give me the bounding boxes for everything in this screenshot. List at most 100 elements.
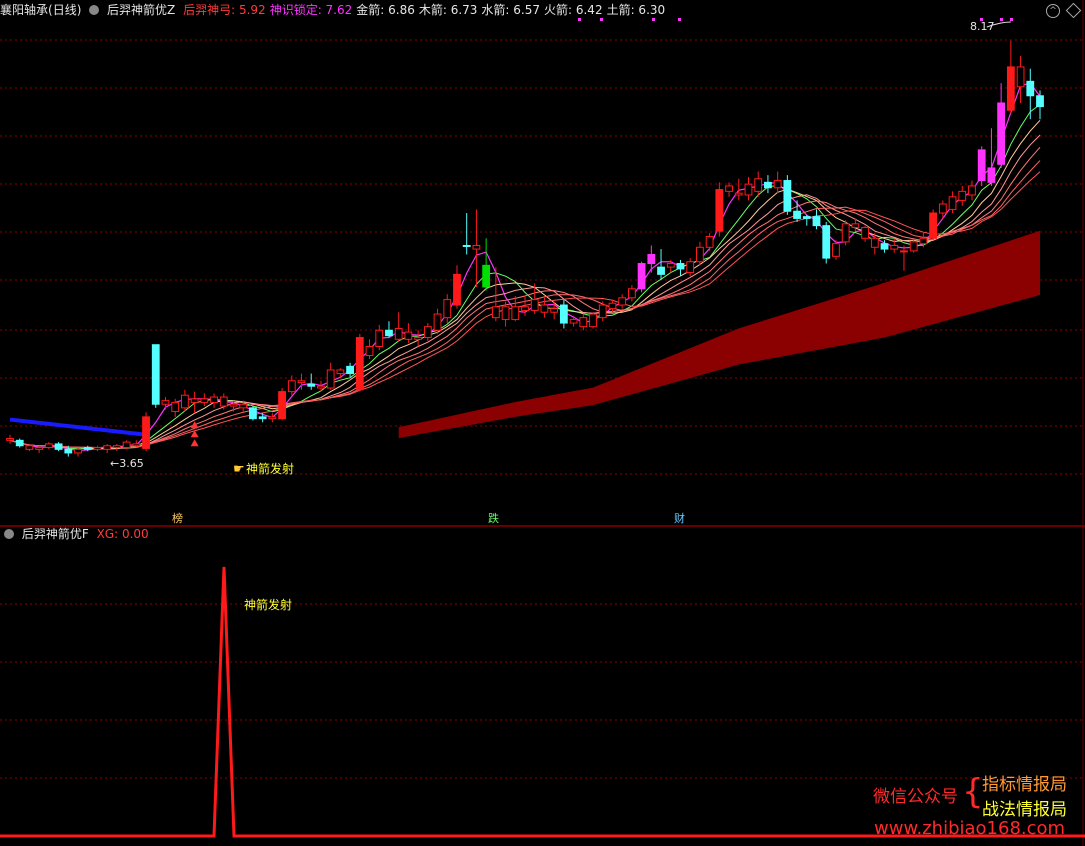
candle-body (355, 336, 364, 391)
candle-body (909, 241, 918, 252)
candle-body (851, 223, 860, 228)
candle-body (404, 331, 413, 340)
ma-line-6 (9, 104, 1041, 450)
candle-body (880, 243, 889, 250)
candle-body (103, 445, 112, 450)
candle-body (948, 196, 957, 210)
signal-label-sub: 神箭发射 (244, 598, 293, 612)
xg-value: 0.00 (121, 527, 149, 541)
candle-body (997, 102, 1006, 165)
candle-body (696, 246, 704, 263)
candle-body (433, 313, 442, 331)
candle-body (647, 254, 656, 265)
candle-body (715, 189, 724, 232)
candle-body (550, 308, 559, 313)
watermark-wechat: 微信公众号 (873, 787, 958, 807)
event-dot (600, 18, 603, 21)
candle-body (278, 391, 286, 420)
candle-body (589, 313, 597, 328)
sub-indicator-name[interactable]: 后羿神箭优F (22, 527, 89, 541)
candle-body (249, 407, 257, 420)
min-price-label: ←3.65 (110, 457, 144, 470)
candle-body (54, 443, 63, 450)
candle-body (268, 416, 277, 420)
candle-body (93, 447, 102, 450)
tag-bang[interactable]: 榜 (172, 510, 183, 526)
candle-body (521, 306, 529, 311)
event-dot (1000, 18, 1003, 21)
candle-body (44, 443, 53, 449)
candle-body (287, 380, 296, 393)
candle-body (783, 180, 792, 212)
candle-body (142, 416, 150, 449)
candle-body (1016, 66, 1025, 88)
candle-body (832, 243, 840, 257)
candle-body (870, 237, 879, 248)
watermark-line2a: 指标情报局 (982, 775, 1067, 795)
candle-body (754, 178, 763, 192)
candle-body (725, 185, 733, 192)
candle-body (705, 235, 714, 248)
candle-body (346, 365, 354, 375)
candle-body (559, 304, 568, 324)
candle-body (365, 346, 374, 357)
candle-body (608, 302, 617, 310)
candle-body (74, 448, 82, 454)
candle-body (686, 261, 695, 274)
candle-body (423, 326, 432, 338)
candle-body (676, 263, 685, 270)
candle-body (15, 439, 24, 447)
blue-support-line (9, 417, 147, 437)
candle-body (258, 416, 267, 420)
candle-body (336, 369, 345, 375)
signal-arrow-icon (190, 421, 199, 429)
tag-cai[interactable]: 财 (674, 510, 685, 526)
watermark-url: www.zhibiao168.com (874, 818, 1066, 839)
candle-body (919, 237, 928, 245)
candle-body (482, 264, 491, 288)
candle-body (812, 216, 821, 227)
candle-body (394, 327, 403, 340)
ma-line-3 (9, 82, 1041, 452)
candle-body (414, 336, 423, 340)
candle-body (443, 299, 452, 319)
candle-body (210, 396, 218, 403)
candle-body (1036, 95, 1044, 108)
candle-body (25, 445, 34, 450)
tag-die[interactable]: 跌 (488, 510, 499, 526)
candle-body (773, 180, 782, 189)
candle-body (6, 438, 14, 441)
candle-body (132, 443, 141, 447)
candle-body (569, 318, 578, 324)
candle-body (200, 398, 209, 403)
event-dot (652, 18, 655, 21)
candle-body (511, 306, 520, 320)
candle-body (841, 223, 850, 243)
hand-pointer-icon: ☛ (233, 462, 245, 477)
candle-body (1006, 66, 1015, 111)
candle-body (657, 266, 665, 275)
event-dot (1010, 18, 1013, 21)
candle-body (462, 244, 471, 247)
candle-body (161, 400, 170, 405)
candle-body (900, 250, 908, 253)
arrow-left-icon: ← (110, 457, 120, 470)
candle-body (122, 441, 131, 449)
candle-body (229, 403, 238, 407)
watermark-brace: { (962, 772, 984, 812)
candle-body (35, 447, 44, 450)
candle-body (968, 185, 976, 196)
candle-body (987, 167, 996, 183)
candle-body (938, 203, 947, 214)
candle-body (326, 369, 335, 389)
candle-body (734, 192, 743, 196)
candle-body (181, 394, 189, 409)
chevron-down-icon[interactable] (4, 528, 14, 539)
candle-body (744, 183, 753, 196)
candle-body (958, 190, 967, 201)
candle-body (190, 398, 199, 403)
candle-body (802, 216, 811, 219)
candle-body (151, 344, 160, 405)
candle-body (666, 263, 675, 268)
xg-label: XG (96, 527, 115, 541)
